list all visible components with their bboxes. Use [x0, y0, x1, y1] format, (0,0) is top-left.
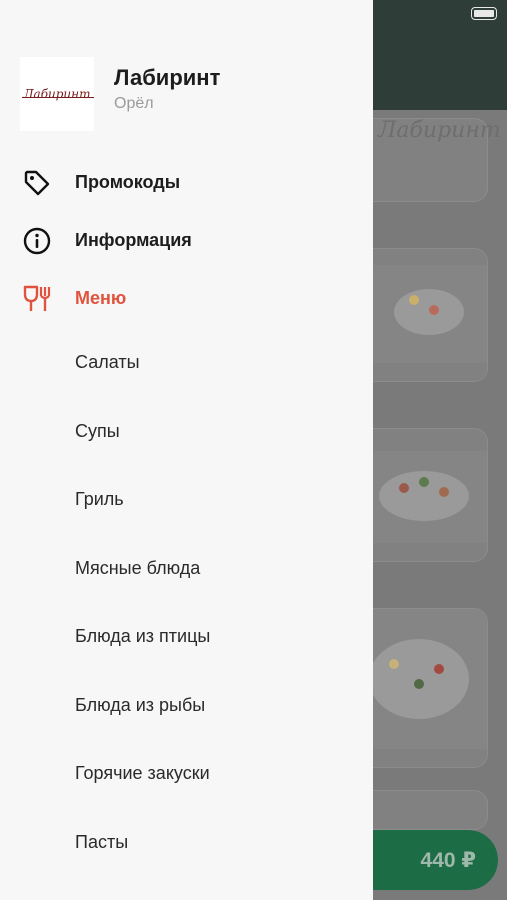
restaurant-logo-watermark: Лабиринт [378, 118, 501, 143]
wine-fork-icon [23, 285, 51, 311]
nav-label-menu: Меню [75, 288, 127, 308]
menu-category-label: Мясные блюда [75, 558, 201, 578]
menu-category-label: Пасты [75, 832, 129, 852]
menu-category-label: Блюда из рыбы [75, 695, 206, 715]
info-icon [23, 227, 51, 255]
restaurant-city: Орёл [114, 95, 154, 112]
menu-category-item[interactable]: Пасты [0, 815, 373, 871]
restaurant-logo: Лабиринт [20, 57, 95, 131]
battery-icon [471, 7, 497, 20]
menu-category-label: Гриль [75, 489, 124, 509]
menu-category-label: Супы [75, 421, 120, 441]
drawer-header[interactable]: Лабиринт Лабиринт Орёл [20, 57, 360, 133]
menu-category-item[interactable]: Салаты [0, 335, 373, 391]
cart-total: 440 ₽ [420, 849, 476, 872]
nav-item-menu[interactable]: Меню [0, 272, 373, 324]
nav-label-info: Информация [75, 230, 192, 250]
menu-category-item[interactable]: Горячие закуски [0, 746, 373, 802]
menu-category-item[interactable]: Супы [0, 404, 373, 460]
menu-category-label: Салаты [75, 352, 140, 372]
menu-category-item[interactable]: Мясные блюда [0, 541, 373, 597]
menu-category-item[interactable]: Блюда из рыбы [0, 678, 373, 734]
restaurant-name: Лабиринт [114, 65, 221, 90]
restaurant-logo-text: Лабиринт [21, 87, 95, 101]
menu-category-label: Блюда из птицы [75, 626, 211, 646]
nav-item-promocodes[interactable]: Промокоды [0, 156, 373, 208]
nav-label-promocodes: Промокоды [75, 172, 181, 192]
side-drawer: Лабиринт Лабиринт Орёл Промокоды Информа… [0, 0, 373, 900]
nav-item-info[interactable]: Информация [0, 214, 373, 266]
menu-category-item[interactable]: Гриль [0, 472, 373, 528]
menu-category-item[interactable]: Блюда из птицы [0, 609, 373, 665]
menu-category-label: Горячие закуски [75, 763, 210, 783]
tag-icon [24, 170, 50, 196]
